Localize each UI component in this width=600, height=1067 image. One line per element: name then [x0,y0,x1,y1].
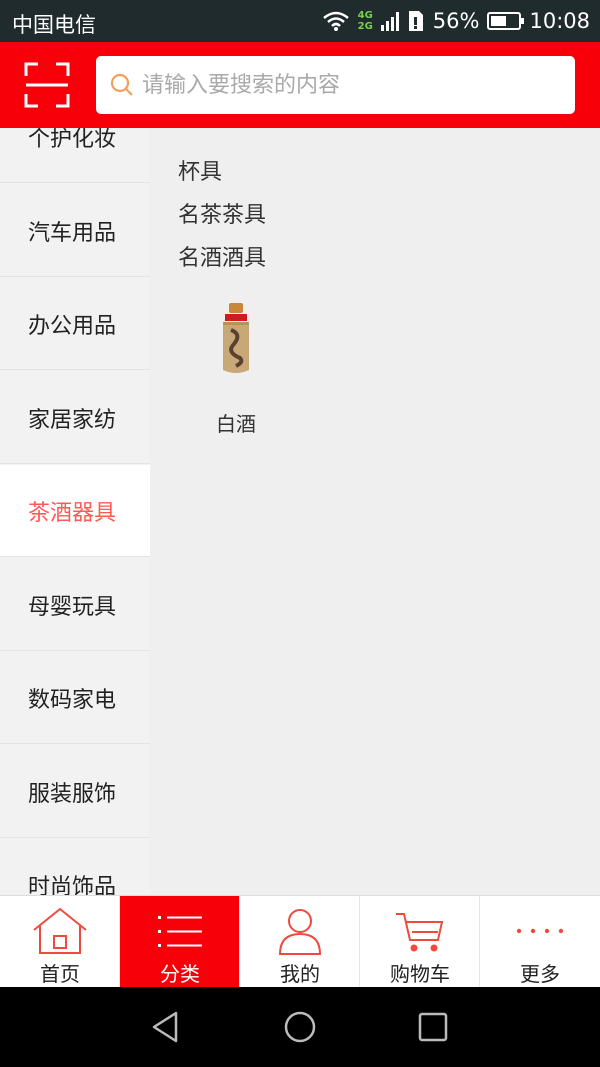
tab-mine[interactable]: 我的 [240,896,360,988]
header-bar [0,42,600,128]
bottom-tab-bar: 首页 分类 我的 购物车 更多 [0,895,600,988]
sidebar-item-apparel[interactable]: 服装服饰 [0,746,150,838]
category-content: 杯具 名茶茶具 名酒酒具 白酒 [150,128,600,895]
system-nav-bar [0,987,600,1067]
tab-cart[interactable]: 购物车 [360,896,480,988]
tab-category[interactable]: 分类 [120,896,240,988]
recents-icon[interactable] [415,1009,451,1045]
carrier-name: 中国电信 [12,13,96,37]
clock: 10:08 [529,9,590,33]
sidebar-item-label: 家居家纺 [28,407,117,433]
tab-more[interactable]: 更多 [480,896,600,988]
back-icon[interactable] [148,1009,184,1045]
category-list-icon [158,916,202,947]
sidebar-item-baby-toys[interactable]: 母婴玩具 [0,559,150,651]
sim-card-icon [408,11,423,31]
product-item[interactable]: 白酒 [196,298,276,437]
subcategory-link[interactable]: 名茶茶具 [178,197,266,229]
search-box[interactable] [96,56,575,114]
sidebar-item-personal-care[interactable]: 个护化妆 [0,128,150,183]
search-input[interactable] [142,66,562,104]
sidebar-item-label: 汽车用品 [28,220,117,246]
status-bar: 中国电信 4G 2G 56% 10:08 [0,0,600,42]
sidebar-item-label: 办公用品 [28,313,117,339]
sidebar-item-label: 服装服饰 [28,781,117,807]
scan-icon[interactable] [24,62,70,108]
tab-label: 更多 [520,962,560,986]
battery-percent: 56% [432,9,480,33]
tab-label: 首页 [40,962,80,986]
network-type: 4G 2G [358,10,373,32]
sidebar-item-label: 茶酒器具 [28,500,117,526]
sidebar-item-accessories[interactable]: 时尚饰品 [0,839,150,896]
product-name: 白酒 [216,412,256,436]
home-icon [33,907,87,954]
network-type-top: 4G [357,10,373,21]
sidebar-item-electronics[interactable]: 数码家电 [0,652,150,744]
cart-icon [396,913,444,952]
status-icons: 4G 2G 56% 10:08 [322,8,590,34]
network-type-bottom: 2G [357,21,373,32]
sidebar-item-home-textiles[interactable]: 家居家纺 [0,372,150,464]
home-nav-icon[interactable] [282,1009,318,1045]
subcategory-link[interactable]: 杯具 [178,154,222,186]
category-sidebar: 个护化妆 汽车用品 办公用品 家居家纺 茶酒器具 母婴玩具 数码家电 服装服饰 … [0,128,150,895]
sidebar-item-label: 数码家电 [28,687,117,713]
sidebar-item-label: 时尚饰品 [28,874,117,896]
signal-icon [380,11,399,31]
sidebar-item-auto[interactable]: 汽车用品 [0,185,150,277]
search-icon [110,73,133,96]
sidebar-item-office[interactable]: 办公用品 [0,278,150,370]
more-dots-icon [516,928,564,934]
sidebar-item-tea-wine[interactable]: 茶酒器具 [0,465,150,557]
wifi-icon [322,11,349,31]
tab-label: 我的 [280,962,320,986]
liquor-bottle-icon [223,303,249,373]
tab-home[interactable]: 首页 [0,896,120,988]
sidebar-item-label: 母婴玩具 [28,594,117,620]
user-icon [278,909,322,955]
tab-label: 购物车 [390,962,450,986]
tab-label: 分类 [160,962,200,986]
battery-icon [487,12,525,30]
sidebar-item-label: 个护化妆 [28,128,117,152]
subcategory-link[interactable]: 名酒酒具 [178,240,266,272]
